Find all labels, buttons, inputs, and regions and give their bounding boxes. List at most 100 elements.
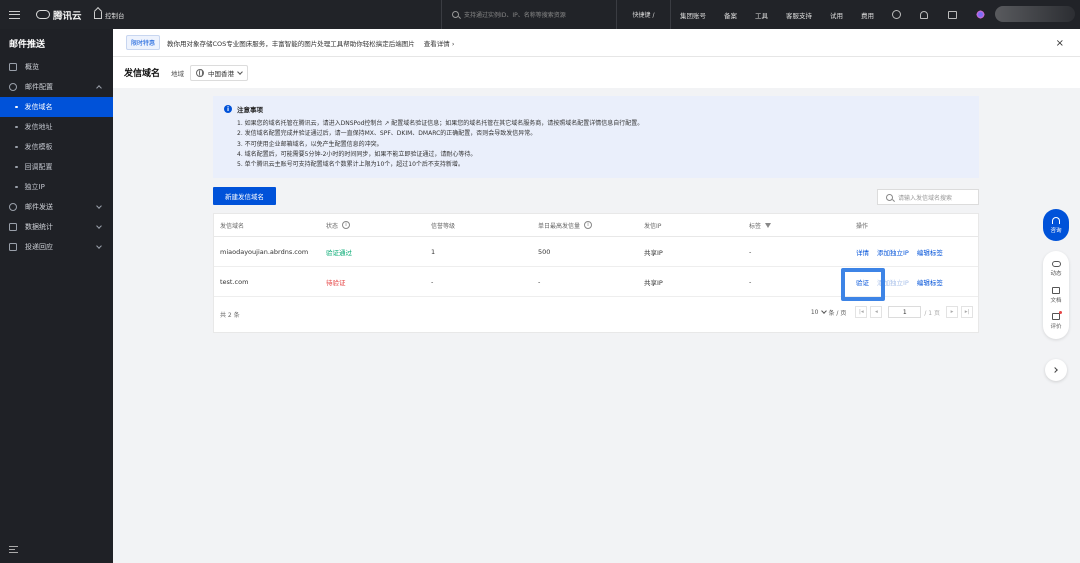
status-badge: 验证通过 — [326, 248, 352, 257]
ip-cell: 共享IP — [644, 248, 663, 257]
verify-highlight-box — [841, 268, 885, 301]
promo-tag: 限时特惠 — [126, 35, 161, 50]
help-icon[interactable]: i — [342, 221, 351, 229]
floating-toolbar: 咨询 动态 文档 评价 — [1043, 209, 1069, 381]
dynamic-button[interactable]: 动态 — [1043, 256, 1069, 282]
sidebar-item-data-stats[interactable]: 数据统计 — [0, 217, 113, 237]
first-page-button[interactable]: |◂ — [855, 306, 868, 318]
chevron-right-icon — [1052, 367, 1058, 373]
column-header-status: 状态 — [326, 222, 339, 230]
grid-icon — [9, 63, 17, 71]
add-dedicated-ip-link[interactable]: 添加独立IP — [877, 247, 909, 257]
sidebar: 邮件推送 概览 邮件配置 发信域名 发信地址 发信模板 回调配置 独立IP 邮件… — [0, 29, 113, 563]
notice-line: 5. 单个腾讯云主账号可支持配置域名个数累计上限为10个，超过10个后不支持新增… — [237, 161, 464, 169]
page-number-input[interactable]: 1 — [888, 306, 922, 318]
search-placeholder: 支持通过实例ID、IP、名称等搜索资源 — [464, 12, 566, 19]
top-navigation-bar: 腾讯云 控制台 支持通过实例ID、IP、名称等搜索资源 快捷键 / 集团账号 备… — [0, 0, 1080, 29]
dynamic-label: 动态 — [1050, 271, 1062, 277]
expand-toolbar-button[interactable] — [1045, 359, 1067, 381]
column-header-actions: 操作 — [856, 222, 869, 230]
sidebar-item-sender-domain[interactable]: 发信域名 — [0, 97, 113, 117]
sidebar-item-label: 邮件发送 — [25, 203, 53, 211]
headset-icon — [1052, 216, 1060, 224]
home-icon — [94, 12, 102, 19]
chevron-down-icon — [96, 203, 102, 209]
new-sender-domain-button[interactable]: 新建发信域名 — [213, 187, 276, 205]
search-placeholder: 请输入发信域名搜索 — [898, 194, 953, 202]
page-title: 发信域名 — [124, 69, 161, 79]
mail-icon — [9, 243, 17, 251]
console-home-link[interactable]: 控制台 — [94, 10, 125, 20]
menu-billing[interactable]: 费用 — [852, 10, 883, 20]
review-label: 评价 — [1050, 323, 1062, 330]
domain-table: 发信域名 状态 i 信誉等级 单日最高发信量 i 发信IP 标签 操作 miaoda… — [213, 213, 979, 333]
compass-button[interactable] — [882, 0, 910, 29]
menu-filing[interactable]: 备案 — [715, 10, 746, 20]
notification-button[interactable] — [910, 0, 938, 29]
top-icon-group — [882, 0, 994, 29]
menu-group-account[interactable]: 集团账号 — [671, 10, 715, 20]
prev-page-button[interactable]: ◂ — [870, 306, 883, 318]
page-size-unit: 条 / 页 — [828, 309, 847, 317]
daily-max-cell: 500 — [538, 247, 551, 256]
dot-icon — [15, 105, 18, 109]
notice-panel: i 注意事项 1. 如果您的域名托管在腾讯云，请进入DNSPod控制台 ↗ 配置… — [213, 96, 979, 178]
cloud-icon — [1051, 261, 1061, 267]
notice-line: 4. 域名配置后，可能需要5分钟-2小时的时间同步，如果不能立即验证通过，请耐心… — [237, 150, 477, 158]
promo-details-link[interactable]: 查看详情 › — [424, 38, 455, 48]
domain-search-input[interactable]: 请输入发信域名搜索 — [877, 189, 979, 205]
region-select[interactable]: 中国香港 — [190, 64, 249, 81]
sidebar-item-label: 独立IP — [24, 183, 45, 191]
column-header-domain: 发信域名 — [220, 222, 245, 230]
promo-text: 教你用对象存储COS专业图床服务，丰富智能的图片处理工具帮助你轻松搞定后端图片 — [167, 39, 415, 48]
account-avatar[interactable] — [995, 6, 1075, 22]
sidebar-item-callback[interactable]: 回调配置 — [0, 157, 113, 177]
column-header-daily-max: 单日最高发信量 — [538, 222, 581, 230]
edit-tags-link[interactable]: 编辑标签 — [917, 247, 943, 257]
chevron-down-icon — [96, 223, 102, 229]
sidebar-item-label: 概览 — [25, 63, 39, 71]
page-size-select[interactable]: 10 条 / 页 — [811, 308, 846, 317]
message-button[interactable] — [938, 0, 966, 29]
top-menu: 集团账号 备案 工具 客服支持 试用 费用 — [670, 0, 883, 29]
sidebar-item-mail-config[interactable]: 邮件配置 — [0, 77, 113, 97]
sidebar-item-label: 发信域名 — [24, 103, 53, 111]
page-header: 发信域名 地域 中国香港 — [113, 57, 1080, 88]
menu-support[interactable]: 客服支持 — [777, 10, 821, 20]
review-button[interactable]: 评价 — [1043, 308, 1069, 334]
docs-button[interactable]: 文档 — [1043, 282, 1069, 308]
ip-cell: 共享IP — [644, 278, 663, 287]
search-icon — [886, 193, 893, 201]
details-link[interactable]: 详情 — [856, 247, 869, 257]
help-icon[interactable]: i — [584, 221, 593, 229]
sidebar-item-overview[interactable]: 概览 — [0, 57, 113, 77]
menu-trial[interactable]: 试用 — [821, 10, 852, 20]
menu-tools[interactable]: 工具 — [746, 10, 777, 20]
global-search-input[interactable]: 支持通过实例ID、IP、名称等搜索资源 — [441, 0, 616, 29]
sidebar-item-delivery-reply[interactable]: 投递回应 — [0, 237, 113, 257]
sidebar-item-dedicated-ip[interactable]: 独立IP — [0, 177, 113, 197]
filter-icon[interactable] — [765, 222, 772, 228]
sidebar-item-mail-send[interactable]: 邮件发送 — [0, 197, 113, 217]
domain-cell: test.com — [220, 277, 249, 286]
next-page-button[interactable]: ▸ — [946, 306, 958, 318]
close-icon[interactable]: × — [1056, 38, 1064, 49]
shortcut-label: 快捷键 / — [632, 12, 655, 19]
logo-text: 腾讯云 — [53, 10, 82, 22]
edit-tags-link[interactable]: 编辑标签 — [917, 277, 943, 287]
reputation-cell: - — [431, 277, 434, 286]
page-size-value: 10 — [810, 308, 819, 316]
consult-button[interactable]: 咨询 — [1043, 209, 1069, 241]
menu-toggle-button[interactable] — [0, 0, 28, 29]
tencent-cloud-logo[interactable]: 腾讯云 — [36, 8, 88, 22]
document-icon — [1052, 286, 1060, 294]
table-row: miaodayoujian.abrdns.com 验证通过 1 500 共享IP… — [214, 237, 978, 267]
consult-label: 咨询 — [1050, 227, 1062, 234]
last-page-button[interactable]: ▸| — [961, 306, 973, 318]
sidebar-item-templates[interactable]: 发信模板 — [0, 137, 113, 157]
collapse-sidebar-icon[interactable] — [9, 546, 18, 553]
sidebar-item-sender-address[interactable]: 发信地址 — [0, 117, 113, 137]
shortcut-key-hint[interactable]: 快捷键 / — [616, 0, 670, 29]
ai-assistant-button[interactable] — [966, 0, 994, 29]
region-value: 中国香港 — [208, 69, 235, 78]
